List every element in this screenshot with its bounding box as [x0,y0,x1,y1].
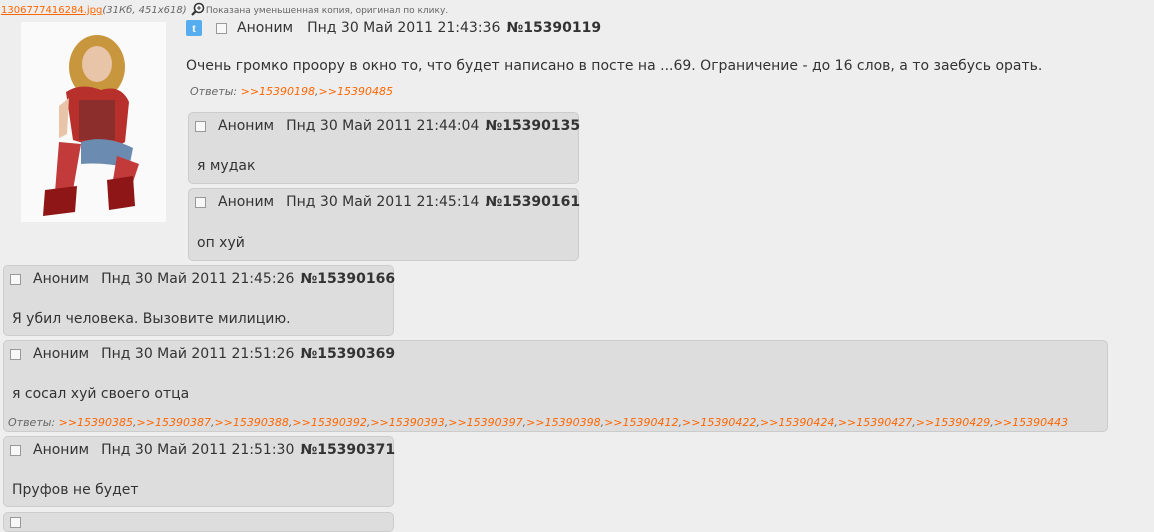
answer-link[interactable]: >>15390485 [319,85,393,98]
post-number[interactable]: №15390166 [300,271,395,287]
post-message: я сосал хуй своего отца [12,386,190,402]
checkbox[interactable] [10,273,21,285]
reply-post: Аноним Пнд 30 Май 2011 21:51:26 №1539036… [3,340,1108,432]
post-date: Пнд 30 Май 2011 21:45:26 [101,271,295,287]
post-header: Аноним Пнд 30 Май 2011 21:45:14 №1539016… [195,194,580,210]
post-message: Очень громко проору в окно то, что будет… [186,58,1043,74]
checkbox[interactable] [195,120,206,132]
reply-post: Аноним Пнд 30 Май 2011 21:45:14 №1539016… [188,188,580,261]
reply-post: Аноним Пнд 30 Май 2011 21:44:04 №1539013… [188,112,580,184]
post-author: Аноним [218,118,275,134]
answers-label: Ответы: [190,85,238,98]
post-date: Пнд 30 Май 2011 21:43:36 [307,20,501,36]
checkbox[interactable] [10,444,21,456]
post-author: Аноним [33,271,90,287]
twitter-icon[interactable]: t [186,20,202,36]
post-answers: Ответы: >>15390385,>>15390387,>>15390388… [8,416,1069,429]
answer-link[interactable]: >>15390387 [137,416,211,429]
post-header: Аноним Пнд 30 Май 2011 21:51:26 №1539036… [10,346,395,362]
post-header: Аноним Пнд 30 Май 2011 21:44:04 №1539013… [195,118,580,134]
post-number[interactable]: №15390371 [300,442,395,458]
reply-post: Аноним Пнд 30 Май 2011 21:51:30 №1539037… [3,436,395,507]
checkbox[interactable] [10,348,21,360]
answer-link[interactable]: >>15390392 [292,416,366,429]
post-author: Аноним [237,20,294,36]
thumbnail-note: Показана уменьшенная копия, оригинал по … [205,6,449,16]
answer-link[interactable]: >>15390398 [526,416,600,429]
op-post: t Аноним Пнд 30 Май 2011 21:43:36 №15390… [186,20,1042,98]
post-date: Пнд 30 Май 2011 21:44:04 [286,118,480,134]
magnifier-icon[interactable] [191,2,205,19]
post-number[interactable]: №15390119 [506,20,601,36]
post-author: Аноним [33,346,90,362]
post-author: Аноним [33,442,90,458]
post-message: Я убил человека. Вызовите милицию. [12,311,291,327]
post-message: оп хуй [197,235,245,251]
checkbox[interactable] [10,517,21,528]
answer-link[interactable]: >>15390385 [59,416,133,429]
answer-link[interactable]: >>15390393 [370,416,444,429]
post-author: Аноним [218,194,275,210]
file-link[interactable]: 1306777416284.jpg [1,5,102,16]
post-date: Пнд 30 Май 2011 21:45:14 [286,194,480,210]
answer-link[interactable]: >>15390424 [760,416,834,429]
post-date: Пнд 30 Май 2011 21:51:30 [101,442,295,458]
checkbox[interactable] [216,22,227,34]
answers-label: Ответы: [8,416,56,429]
file-info-bar: 1306777416284.jpg(31Кб, 451x618) Показан… [1,2,448,19]
answer-link[interactable]: >>15390388 [214,416,288,429]
reply-post: Аноним Пнд 30 Май 2011 21:45:26 №1539016… [3,265,395,336]
post-number[interactable]: №15390369 [300,346,395,362]
post-message: Пруфов не будет [12,482,139,498]
post-date: Пнд 30 Май 2011 21:51:26 [101,346,295,362]
answer-link[interactable]: >>15390412 [604,416,678,429]
answer-link[interactable]: >>15390397 [448,416,522,429]
checkbox[interactable] [195,196,206,208]
file-meta: (31Кб, 451x618) [102,5,187,16]
answer-link[interactable]: >>15390427 [838,416,912,429]
answer-link[interactable]: >>15390198 [241,85,315,98]
post-number[interactable]: №15390161 [485,194,580,210]
post-thumbnail-image[interactable] [21,22,166,222]
post-message: я мудак [197,158,256,174]
post-number[interactable]: №15390135 [485,118,580,134]
post-header: t Аноним Пнд 30 Май 2011 21:43:36 №15390… [186,20,1042,36]
post-header: Аноним Пнд 30 Май 2011 21:51:30 №1539037… [10,442,395,458]
answer-link[interactable]: >>15390443 [994,416,1068,429]
post-answers: Ответы: >>15390198,>>15390485 [190,85,393,98]
answer-link[interactable]: >>15390422 [682,416,756,429]
post-header: Аноним Пнд 30 Май 2011 21:45:26 №1539016… [10,271,395,287]
reply-post-partial [3,512,394,532]
answer-link[interactable]: >>15390429 [916,416,990,429]
